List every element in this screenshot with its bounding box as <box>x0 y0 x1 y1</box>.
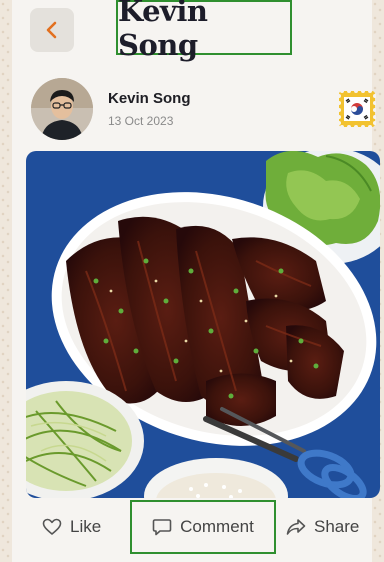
share-button[interactable]: Share <box>286 500 359 554</box>
share-label: Share <box>314 517 360 536</box>
avatar[interactable] <box>31 78 93 140</box>
like-button[interactable]: Like <box>42 500 101 554</box>
back-button[interactable] <box>30 8 74 52</box>
chevron-left-icon <box>46 21 57 39</box>
comment-button[interactable]: Comment <box>130 500 276 554</box>
south-korea-flag-icon <box>337 89 377 129</box>
grilled-galbi-ribs-photo <box>26 151 380 498</box>
post-photo[interactable] <box>26 151 380 498</box>
comment-bubble-icon <box>152 519 172 536</box>
avatar-photo <box>31 78 93 140</box>
post-actions-bar: Like Comment Share <box>12 500 372 554</box>
page-title: Kevin Song <box>116 0 292 62</box>
post-screen: Kevin Song Kevin Song 13 Oct 2023 Like C… <box>12 0 380 562</box>
share-arrow-icon <box>286 519 306 535</box>
like-label: Like <box>70 517 102 536</box>
heart-icon <box>42 518 62 535</box>
author-name[interactable]: Kevin Song <box>108 90 191 107</box>
post-date: 13 Oct 2023 <box>108 114 174 128</box>
left-border-texture <box>0 0 12 562</box>
comment-label: Comment <box>180 517 254 536</box>
